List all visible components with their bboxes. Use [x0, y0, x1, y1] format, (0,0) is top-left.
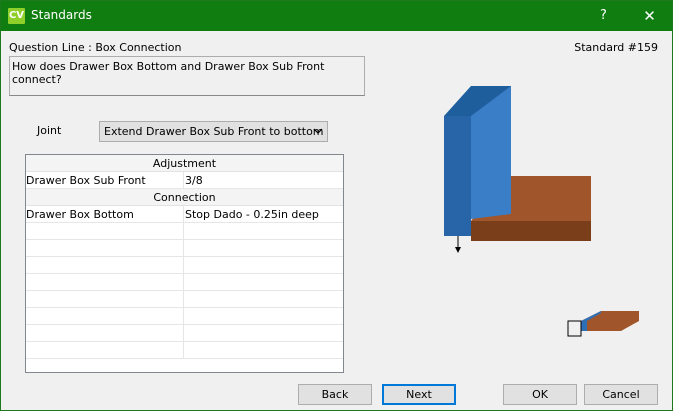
table-row [26, 308, 343, 325]
standards-dialog: CV Standards ? ✕ Question Line : Box Con… [0, 0, 673, 411]
table-row[interactable]: Drawer Box Bottom Stop Dado - 0.25in dee… [26, 206, 343, 223]
title-bar[interactable]: CV Standards ? ✕ [1, 1, 672, 31]
grid-cell-empty [26, 274, 184, 291]
grid-cell-empty [26, 325, 184, 342]
table-row [26, 223, 343, 240]
grid-cell-empty [185, 325, 343, 342]
ok-button[interactable]: OK [503, 384, 577, 405]
app-icon: CV [8, 8, 25, 24]
grid-cell-empty [185, 291, 343, 308]
adjustment-grid[interactable]: Adjustment Drawer Box Sub Front 3/8 Conn… [25, 154, 344, 373]
grid-cell-value[interactable]: Stop Dado - 0.25in deep [185, 206, 343, 223]
joint-thumbnail [567, 311, 639, 337]
back-button[interactable]: Back [298, 384, 372, 405]
table-row [26, 342, 343, 359]
grid-cell-empty [185, 342, 343, 359]
cancel-button[interactable]: Cancel [584, 384, 658, 405]
question-line-label: Question Line : Box Connection [9, 41, 182, 54]
question-text-box: How does Drawer Box Bottom and Drawer Bo… [9, 56, 365, 96]
grid-cell-empty [26, 291, 184, 308]
joint-label: Joint [37, 124, 62, 137]
grid-cell-name: Drawer Box Sub Front [26, 172, 184, 189]
grid-cell-empty [185, 274, 343, 291]
adjustment-header: Adjustment [26, 155, 343, 172]
grid-cell-empty [185, 308, 343, 325]
blue-panel-front [444, 116, 471, 236]
grid-cell-name: Drawer Box Bottom [26, 206, 184, 223]
grid-cell-empty [26, 308, 184, 325]
grid-cell-empty [185, 257, 343, 274]
grid-cell-empty [26, 257, 184, 274]
joint-selected-value: Extend Drawer Box Sub Front to bottom of [104, 125, 328, 138]
window-title: Standards [31, 8, 92, 22]
next-button[interactable]: Next [382, 384, 456, 405]
table-row [26, 325, 343, 342]
table-row [26, 274, 343, 291]
help-button[interactable]: ? [581, 1, 626, 31]
arrow-down-icon [455, 247, 461, 253]
grid-cell-empty [185, 240, 343, 257]
table-row[interactable]: Drawer Box Sub Front 3/8 [26, 172, 343, 189]
table-row [26, 257, 343, 274]
grid-cell-value[interactable]: 3/8 [185, 172, 343, 189]
grid-cell-empty [26, 223, 184, 240]
standard-number-label: Standard #159 [574, 41, 658, 54]
grid-cell-empty [185, 223, 343, 240]
table-row [26, 291, 343, 308]
grid-cell-empty [26, 240, 184, 257]
table-row [26, 240, 343, 257]
close-button[interactable]: ✕ [627, 1, 672, 31]
connection-header: Connection [26, 189, 343, 206]
wood-panel-front [471, 221, 591, 241]
chevron-down-icon [313, 124, 323, 141]
joint-dropdown[interactable]: Extend Drawer Box Sub Front to bottom of [99, 121, 328, 142]
joint-preview-illustration [444, 86, 591, 253]
grid-cell-empty [26, 342, 184, 359]
